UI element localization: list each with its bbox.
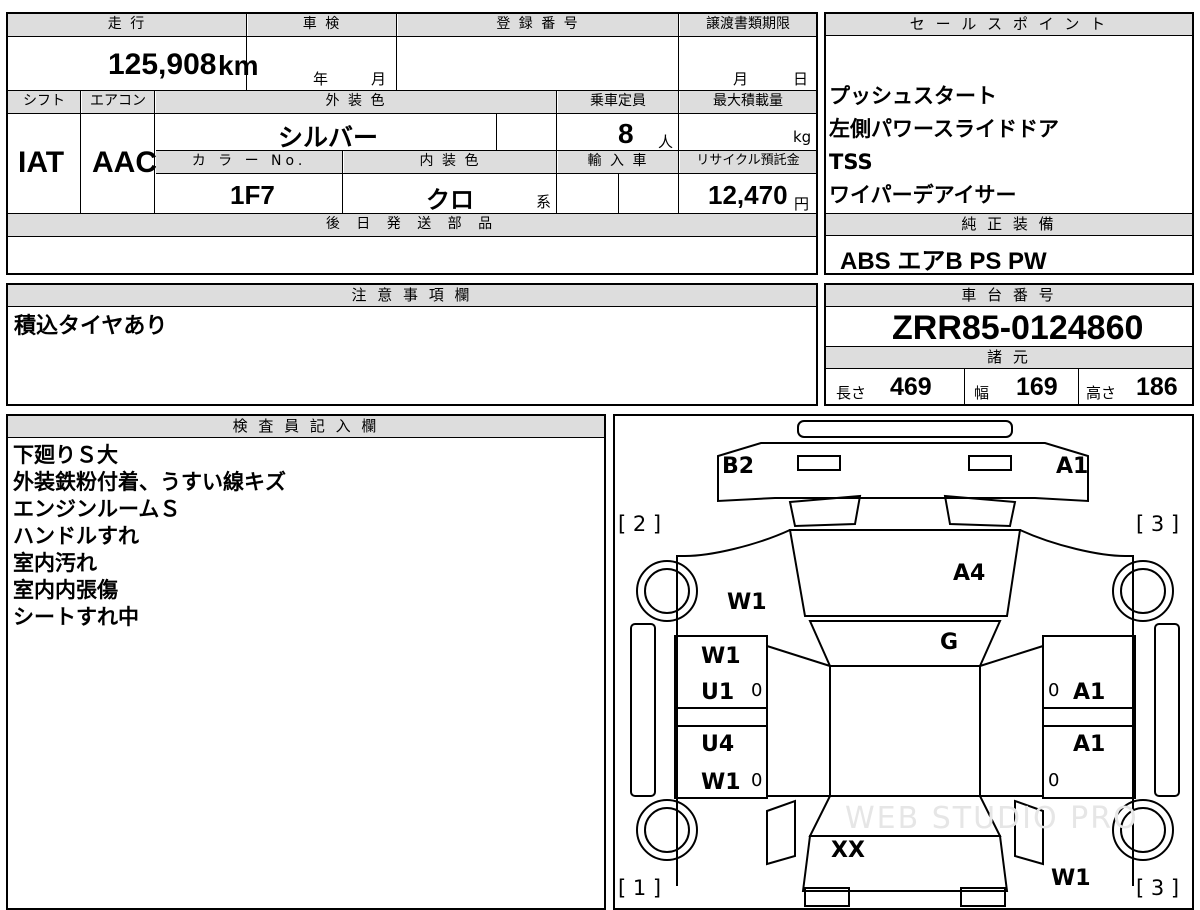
damage-label-u1: U1 [701, 680, 735, 705]
damage-label-a1-front: A1 [1056, 454, 1089, 479]
interior-color-header: 内 装 色 [419, 153, 481, 169]
damage-label-g: G [940, 630, 959, 655]
shift-header: シフト [23, 93, 65, 109]
height-value: 186 [1136, 373, 1178, 401]
load-unit: kg [793, 128, 812, 146]
interior-color-value: クロ [426, 187, 474, 214]
interior-suffix: 系 [536, 193, 552, 211]
inspector-line: シートすれ中 [13, 605, 139, 629]
chassis-panel: 車 台 番 号 ZRR85-0124860 諸 元 長さ 469 幅 169 高… [824, 283, 1194, 406]
recycle-fee-value: 12,470 [708, 180, 788, 210]
width-value: 169 [1016, 373, 1058, 401]
exterior-color-value: シルバー [278, 124, 379, 152]
corner-front-left: [ 2 ] [618, 512, 662, 536]
inspector-line: エンジンルームＳ [13, 497, 181, 521]
damage-label-a1-right-top: A1 [1073, 680, 1106, 705]
color-no-header: カ ラ ー No. [191, 153, 307, 169]
specs-header: 諸 元 [987, 348, 1031, 366]
transfer-day: 日 [793, 70, 809, 88]
sales-point-item: ワイパーデアイサー [829, 183, 1017, 207]
car-damage-diagram: WEB STUDIO PRO B2 A1 A4 W1 G W1 U1 U4 W1… [613, 414, 1194, 910]
notes-text: 積込タイヤあり [14, 314, 168, 339]
notes-panel: 注 意 事 項 欄 積込タイヤあり [6, 283, 818, 406]
damage-label-w1-front: W1 [727, 590, 767, 615]
registration-header: 登 録 番 号 [496, 16, 580, 32]
inspector-line: 下廻りＳ大 [13, 443, 118, 467]
equipment-value: ABS エアB PS PW [840, 248, 1047, 275]
zero-mark: 0 [1048, 770, 1060, 791]
damage-label-a4: A4 [953, 561, 986, 586]
zero-mark: 0 [751, 770, 763, 791]
chassis-header: 車 台 番 号 [961, 286, 1057, 304]
vehicle-info-table: 走 行 車 検 登 録 番 号 譲渡書類期限 125,908 km 年 月 月 … [6, 12, 818, 275]
inspector-panel: 検 査 員 記 入 欄 下廻りＳ大 外装鉄粉付着、うすい線キズ エンジンルームＳ… [6, 414, 606, 910]
length-label: 長さ [836, 384, 867, 402]
max-load-header: 最大積載量 [713, 93, 783, 109]
length-value: 469 [890, 373, 932, 401]
mileage-unit: km [218, 50, 259, 81]
corner-front-right: [ 3 ] [1136, 512, 1180, 536]
capacity-value: 8 [618, 118, 634, 149]
shaken-month: 月 [371, 70, 387, 88]
sales-points-header: セ ー ル ス ポ イ ン ト [909, 15, 1109, 33]
damage-label-w1-left-bottom: W1 [701, 770, 741, 795]
mileage-value: 125,908 [108, 48, 217, 81]
shift-value: IAT [18, 146, 65, 179]
capacity-header: 乗車定員 [590, 93, 646, 109]
damage-label-a1-right-bottom: A1 [1073, 732, 1106, 757]
zero-mark: 0 [1048, 680, 1060, 701]
transfer-month: 月 [733, 70, 749, 88]
shaken-header: 車 検 [302, 16, 342, 32]
width-label: 幅 [974, 384, 990, 402]
sales-point-item: プッシュスタート [829, 84, 997, 108]
ac-value: AAC [92, 146, 157, 179]
capacity-unit: 人 [658, 133, 674, 151]
corner-rear-right: [ 3 ] [1136, 876, 1180, 900]
shaken-year: 年 [313, 70, 329, 88]
equipment-header: 純 正 装 備 [961, 215, 1057, 233]
later-parts-header: 後 日 発 送 部 品 [325, 216, 499, 232]
sales-points-panel: セ ー ル ス ポ イ ン ト プッシュスタート 左側パワースライドドア TSS… [824, 12, 1194, 275]
damage-label-b2: B2 [722, 454, 755, 479]
chassis-number: ZRR85-0124860 [892, 309, 1144, 347]
recycle-fee-unit: 円 [794, 195, 810, 213]
inspector-line: ハンドルすれ [13, 524, 139, 548]
height-label: 高さ [1086, 384, 1117, 402]
exterior-color-header: 外 装 色 [325, 93, 387, 109]
damage-label-w1-rear: W1 [1051, 866, 1091, 891]
zero-mark: 0 [751, 680, 763, 701]
damage-label-xx: XX [831, 838, 865, 863]
mileage-header: 走 行 [107, 16, 147, 32]
sales-point-item: TSS [829, 150, 873, 174]
damage-label-w1-left-top: W1 [701, 644, 741, 669]
sales-point-item: 左側パワースライドドア [829, 117, 1059, 141]
ac-header: エアコン [90, 93, 146, 109]
recycle-fee-header: リサイクル預託金 [696, 153, 800, 168]
corner-rear-left: [ 1 ] [618, 876, 662, 900]
watermark: WEB STUDIO PRO [845, 801, 1139, 836]
inspector-header: 検 査 員 記 入 欄 [232, 417, 380, 435]
damage-label-u4: U4 [701, 732, 735, 757]
import-header: 輸 入 車 [587, 153, 649, 169]
inspector-line: 室内汚れ [13, 551, 97, 575]
color-no-value: 1F7 [230, 180, 275, 210]
transfer-deadline-header: 譲渡書類期限 [706, 16, 790, 32]
inspector-line: 外装鉄粉付着、うすい線キズ [13, 470, 286, 494]
notes-header: 注 意 事 項 欄 [351, 286, 473, 304]
inspector-line: 室内内張傷 [13, 578, 118, 602]
